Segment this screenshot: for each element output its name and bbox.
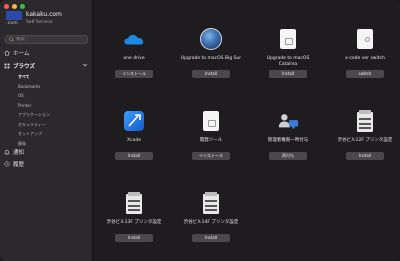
window-controls — [4, 4, 25, 9]
app-title: 渋谷ビル14F プリンタ設定 — [183, 220, 239, 225]
category-all[interactable]: すべて — [18, 72, 50, 82]
home-icon — [4, 50, 10, 56]
install-button[interactable]: インストール — [115, 70, 153, 78]
app-card: Upgrade to macOS Catalina Install — [257, 28, 319, 78]
sidebar-home-label: ホーム — [13, 51, 30, 57]
category-security[interactable]: セキュリティー — [18, 120, 50, 130]
script-icon — [354, 28, 376, 50]
app-card: 渋谷ビル12F プリンタ設定 Install — [334, 110, 396, 160]
install-button[interactable]: インストール — [192, 152, 230, 160]
kakaku-logo: .com — [6, 11, 22, 27]
install-button[interactable]: Install — [346, 152, 384, 160]
zoom-window-button[interactable] — [20, 4, 25, 9]
macos-big-sur-icon — [200, 28, 222, 50]
close-window-button[interactable] — [4, 4, 9, 9]
printer-icon — [200, 192, 222, 214]
search-icon — [9, 37, 14, 42]
sidebar-history-label: 履歴 — [13, 162, 25, 168]
printer-icon — [354, 110, 376, 132]
app-title: Upgrade to macOS Big Sur — [180, 56, 242, 61]
app-card: 渋谷ビル14F プリンタ設定 Install — [180, 192, 242, 242]
category-bookmarks[interactable]: Bookmarks — [18, 82, 50, 92]
grid-icon — [4, 63, 10, 69]
app-title: Upgrade to macOS Catalina — [266, 56, 310, 67]
app-card: 開発ツール インストール — [180, 110, 242, 160]
app-title: 開発ツール — [199, 138, 223, 143]
sidebar-notifications-label: 通知 — [13, 150, 25, 156]
install-button[interactable]: Install — [192, 70, 230, 78]
printer-icon — [123, 192, 145, 214]
admin-user-icon — [277, 110, 299, 132]
category-os[interactable]: OS — [18, 91, 50, 101]
logo-sub-text: .com — [6, 21, 18, 26]
sidebar-item-history[interactable]: 履歴 — [4, 160, 90, 168]
sidebar-item-home[interactable]: ホーム — [4, 49, 90, 57]
app-card: Upgrade to macOS Big Sur Install — [180, 28, 242, 78]
app-title: 渋谷ビル12F プリンタ設定 — [337, 138, 393, 143]
app-title: Xcode — [127, 138, 141, 143]
app-title: x-code ver switch — [345, 56, 385, 61]
installer-package-icon — [200, 110, 222, 132]
switch-button[interactable]: switch — [346, 70, 384, 78]
app-card: one drive インストール — [103, 28, 165, 78]
regrant-button[interactable]: 再付与 — [269, 152, 307, 160]
self-service-window: .com kakaku.com Self Service ホーム ブラウズ すべ… — [0, 0, 400, 261]
app-title: 管理者権限一時付与 — [267, 138, 309, 143]
install-button[interactable]: Install — [269, 70, 307, 78]
category-list: すべて Bookmarks OS Printer アプリケーション セキュリティ… — [18, 72, 50, 148]
search-box[interactable] — [5, 35, 88, 44]
catalog-grid: one drive インストール Upgrade to macOS Big Su… — [94, 0, 400, 261]
category-printer[interactable]: Printer — [18, 101, 50, 111]
app-card: 渋谷ビル13F プリンタ設定 Install — [103, 192, 165, 242]
xcode-icon — [123, 110, 145, 132]
category-applications[interactable]: アプリケーション — [18, 110, 50, 120]
bell-icon — [4, 150, 10, 155]
app-card: x-code ver switch switch — [334, 28, 396, 78]
sidebar: .com kakaku.com Self Service ホーム ブラウズ すべ… — [0, 0, 93, 261]
category-setup[interactable]: セットアップ — [18, 129, 50, 139]
minimize-window-button[interactable] — [12, 4, 17, 9]
brand: .com kakaku.com Self Service — [6, 11, 62, 27]
sidebar-browse-label: ブラウズ — [13, 64, 36, 70]
search-input[interactable] — [16, 37, 86, 42]
app-title: 渋谷ビル13F プリンタ設定 — [106, 220, 162, 225]
install-button[interactable]: Install — [115, 234, 153, 242]
app-title: one drive — [123, 56, 145, 61]
chevron-down-icon[interactable] — [82, 62, 88, 68]
brand-service: Self Service — [26, 20, 53, 25]
app-card: Xcode Install — [103, 110, 165, 160]
install-button[interactable]: Install — [115, 152, 153, 160]
sidebar-item-browse[interactable]: ブラウズ — [4, 62, 90, 70]
onedrive-icon — [123, 28, 145, 50]
install-button[interactable]: Install — [192, 234, 230, 242]
brand-name: kakaku.com — [26, 11, 62, 18]
installer-package-icon — [277, 28, 299, 50]
clock-icon — [4, 161, 10, 167]
sidebar-item-notifications[interactable]: 通知 — [4, 148, 90, 156]
app-card: 管理者権限一時付与 再付与 — [257, 110, 319, 160]
category-development[interactable]: 開発 — [18, 139, 50, 149]
